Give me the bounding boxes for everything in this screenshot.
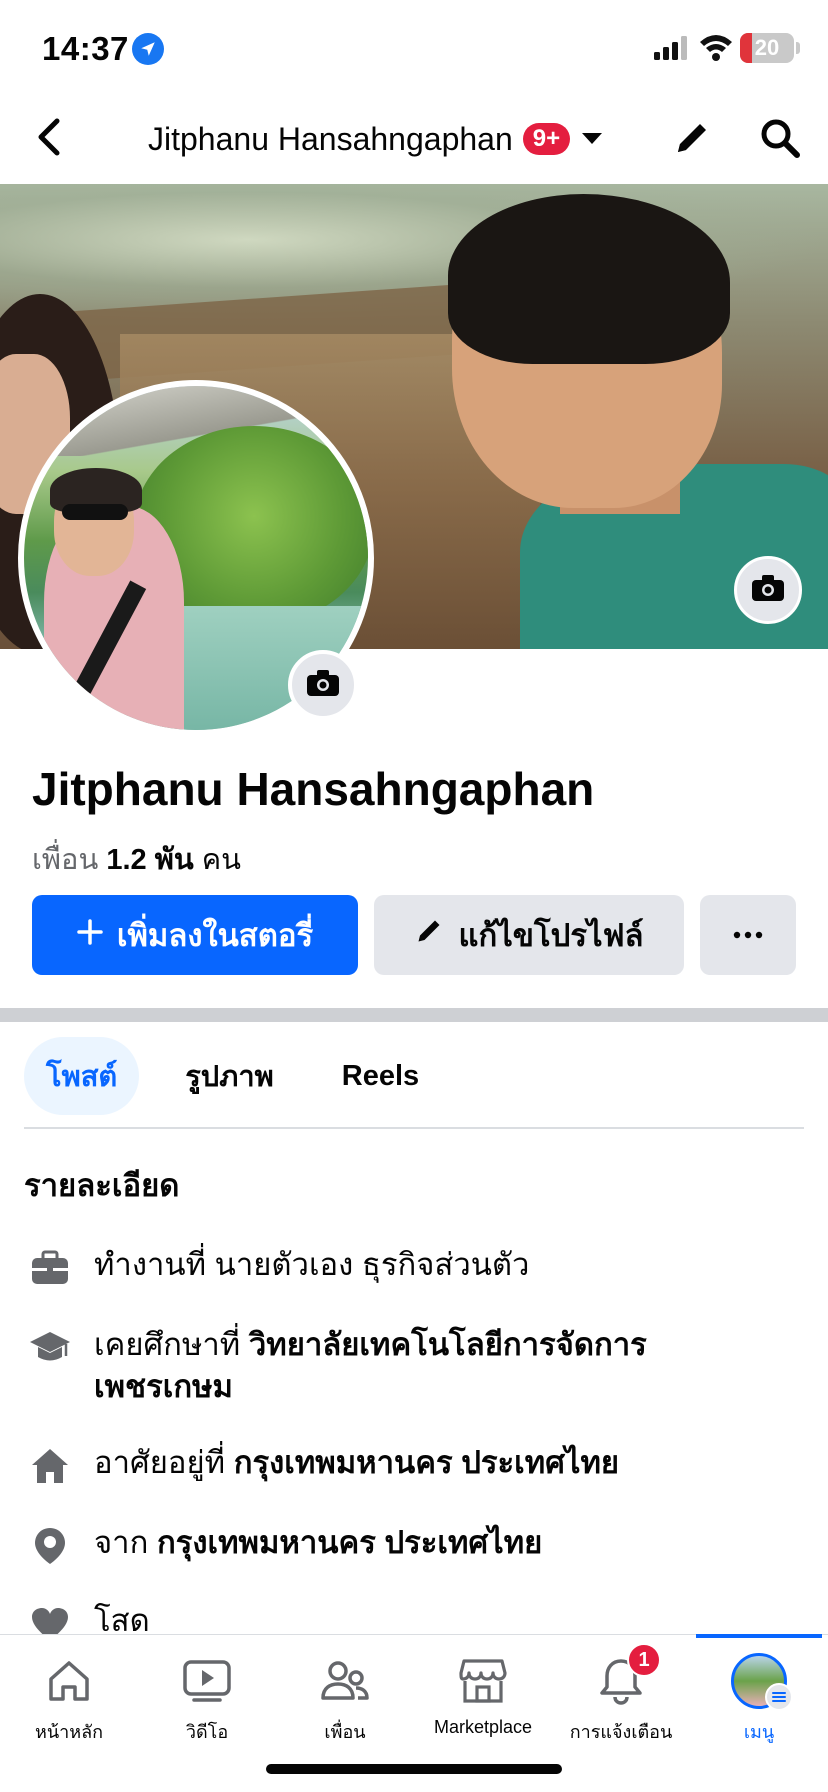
battery-level: 20 [754, 35, 780, 60]
detail-hometown-value[interactable]: กรุงเทพมหานคร ประเทศไทย [157, 1525, 542, 1560]
home-icon [41, 1653, 97, 1709]
edit-profile-button[interactable]: แก้ไขโปรไฟล์ [374, 895, 684, 975]
bell-icon: 1 [593, 1643, 661, 1709]
bottom-tab-friends-label: เพื่อน [324, 1722, 366, 1742]
search-icon [759, 117, 801, 164]
detail-row-current-city: อาศัยอยู่ที่ กรุงเทพมหานคร ประเทศไทย [28, 1442, 788, 1488]
bottom-tab-video[interactable]: วิดีโอ [138, 1653, 276, 1746]
more-dots-icon [733, 926, 763, 944]
bottom-tab-notifications-label: การแจ้งเตือน [569, 1722, 673, 1742]
pencil-icon [672, 118, 712, 163]
status-time: 14:37 [42, 30, 129, 67]
tab-posts[interactable]: โพสต์ [24, 1037, 140, 1115]
top-nav: Jitphanu Hansahngaphan 9+ [0, 96, 828, 184]
bottom-tab-marketplace-label: Marketplace [433, 1717, 533, 1737]
detail-row-education: เคยศึกษาที่ วิทยาลัยเทคโนโลยีการจัดการเพ… [28, 1324, 788, 1408]
graduation-cap-icon [28, 1326, 72, 1370]
friends-icon [317, 1653, 373, 1709]
house-icon [28, 1444, 72, 1488]
pencil-icon [414, 916, 444, 954]
tab-photos[interactable]: รูปภาพ [163, 1037, 296, 1115]
bottom-tab-home[interactable]: หน้าหลัก [0, 1653, 138, 1746]
bottom-tab-menu[interactable]: เมนู [690, 1653, 828, 1746]
profile-switcher[interactable]: Jitphanu Hansahngaphan 9+ [148, 116, 604, 162]
signal-icon [654, 36, 688, 60]
friends-unit: คน [201, 844, 241, 876]
friends-label: เพื่อน [32, 844, 99, 876]
detail-education-label: เคยศึกษาที่ [94, 1327, 241, 1362]
friends-count-line[interactable]: เพื่อน 1.2 พัน คน [32, 836, 241, 882]
add-to-story-label: เพิ่มลงในสตอรี่ [116, 918, 314, 953]
bottom-tab-menu-label: เมนู [743, 1722, 775, 1742]
nav-badge: 9+ [522, 123, 571, 155]
caret-down-icon [580, 127, 604, 151]
edit-button[interactable] [668, 116, 716, 164]
bottom-tab-marketplace[interactable]: Marketplace [414, 1653, 552, 1738]
detail-work-label: ทำงานที่ [94, 1247, 207, 1282]
detail-city-label: อาศัยอยู่ที่ [94, 1445, 226, 1480]
notifications-badge: 1 [627, 1643, 661, 1677]
plus-icon [77, 917, 103, 953]
active-tab-indicator [696, 1634, 822, 1638]
back-chevron-icon [35, 117, 63, 162]
bottom-tab-video-label: วิดีโอ [185, 1722, 229, 1742]
battery-icon: 20 [740, 33, 794, 63]
tabs-divider [24, 1127, 804, 1129]
details-heading: รายละเอียด [24, 1168, 180, 1203]
detail-row-work: ทำงานที่ นายตัวเอง ธุรกิจส่วนตัว [28, 1244, 788, 1290]
profile-name: Jitphanu Hansahngaphan [32, 763, 595, 815]
avatar-camera-button[interactable] [288, 650, 358, 720]
bottom-tab-home-label: หน้าหลัก [34, 1722, 104, 1742]
friends-count: 1.2 พัน [106, 844, 194, 876]
detail-hometown-label: จาก [94, 1525, 149, 1560]
bottom-tab-notifications[interactable]: 1 การแจ้งเตือน [552, 1643, 690, 1746]
camera-icon [306, 669, 340, 702]
detail-row-hometown: จาก กรุงเทพมหานคร ประเทศไทย [28, 1522, 788, 1568]
location-arrow-icon [132, 33, 164, 65]
detail-work-value: นายตัวเอง ธุรกิจส่วนตัว [214, 1247, 530, 1282]
edit-profile-label: แก้ไขโปรไฟล์ [458, 918, 644, 953]
bottom-tab-friends[interactable]: เพื่อน [276, 1653, 414, 1746]
menu-avatar-icon [731, 1653, 793, 1711]
cover-camera-button[interactable] [734, 556, 802, 624]
detail-relationship-label: โสด [94, 1603, 150, 1638]
location-pin-icon [28, 1524, 72, 1568]
camera-icon [751, 574, 785, 607]
section-divider [0, 1008, 828, 1022]
detail-city-value[interactable]: กรุงเทพมหานคร ประเทศไทย [234, 1445, 619, 1480]
nav-title: Jitphanu Hansahngaphan [148, 120, 513, 157]
more-options-button[interactable] [700, 895, 796, 975]
add-to-story-button[interactable]: เพิ่มลงในสตอรี่ [32, 895, 358, 975]
video-icon [179, 1653, 235, 1709]
home-indicator [266, 1764, 562, 1774]
tab-reels[interactable]: Reels [320, 1044, 441, 1109]
wifi-icon [698, 32, 734, 62]
back-button[interactable] [26, 116, 72, 162]
search-button[interactable] [756, 116, 804, 164]
briefcase-icon [28, 1246, 72, 1290]
profile-tabs: โพสต์ รูปภาพ Reels [24, 1037, 441, 1115]
status-bar: 14:37 20 [0, 0, 828, 96]
menu-lines-icon [765, 1683, 793, 1711]
marketplace-icon [455, 1653, 511, 1709]
